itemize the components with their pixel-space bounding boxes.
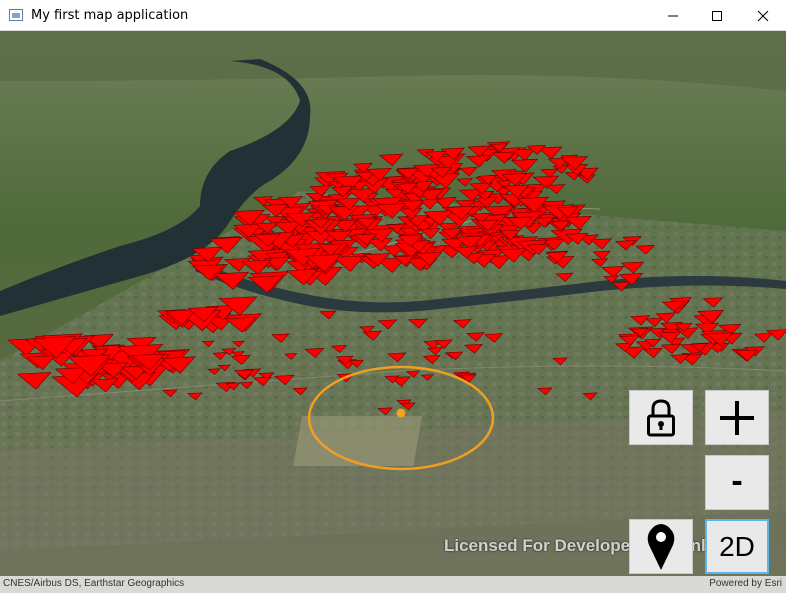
maximize-button[interactable] — [694, 0, 740, 31]
minimize-icon — [668, 15, 678, 16]
close-button[interactable] — [740, 0, 786, 31]
attribution-bar: CNES/Airbus DS, Earthstar Geographics Po… — [0, 576, 786, 593]
satellite-imagery — [0, 31, 786, 593]
title-bar: My first map application — [0, 0, 786, 31]
lock-button[interactable] — [629, 390, 693, 445]
zoom-out-button[interactable]: - — [705, 455, 769, 510]
attribution-text: CNES/Airbus DS, Earthstar Geographics — [3, 578, 185, 589]
window-title: My first map application — [31, 8, 189, 23]
map-pin-icon — [647, 523, 675, 570]
scene-view[interactable]: Licensed For Developer Use Only - 2D CNE… — [0, 31, 786, 593]
lock-icon — [647, 398, 675, 436]
view-toggle-button[interactable]: 2D — [705, 519, 769, 574]
zoom-in-button[interactable] — [705, 390, 769, 445]
locate-button[interactable] — [629, 519, 693, 574]
app-icon — [9, 9, 23, 21]
powered-by-link[interactable]: Powered by Esri — [709, 578, 782, 589]
zoom-out-label: - — [731, 461, 743, 500]
plus-icon — [720, 400, 754, 435]
minimize-button[interactable] — [650, 0, 696, 31]
selected-point — [396, 408, 406, 418]
maximize-icon — [712, 10, 722, 21]
close-icon — [757, 10, 769, 21]
